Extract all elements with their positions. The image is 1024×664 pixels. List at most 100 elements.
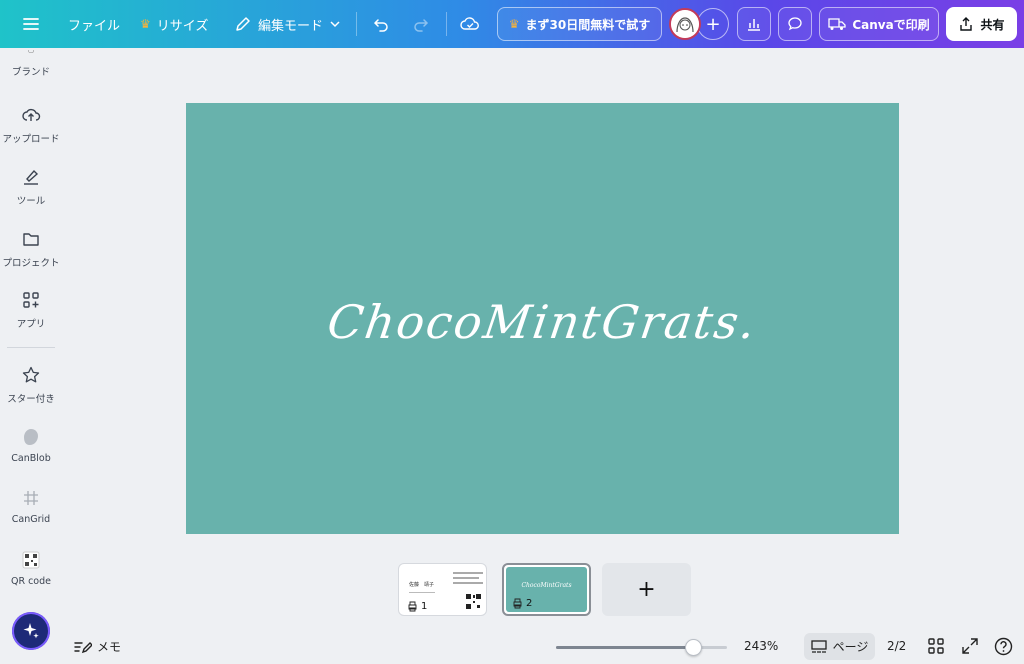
chevron-down-icon bbox=[330, 21, 340, 28]
notes-pencil-icon bbox=[74, 641, 92, 653]
comment-icon bbox=[788, 17, 802, 31]
resize-button[interactable]: ♛ リサイズ bbox=[140, 0, 208, 48]
sidebar-item-starred[interactable]: スター付き bbox=[0, 365, 62, 405]
sidebar-item-label: スター付き bbox=[7, 394, 55, 405]
file-menu[interactable]: ファイル bbox=[68, 0, 120, 48]
print-with-canva-button[interactable]: Canvaで印刷 bbox=[819, 7, 939, 41]
sidebar-item-projects[interactable]: プロジェクト bbox=[0, 229, 62, 269]
page-number: 1 bbox=[407, 601, 427, 612]
sidebar-item-label: CanGrid bbox=[11, 514, 51, 525]
comment-button[interactable] bbox=[778, 7, 812, 41]
sidebar-item-qrcode[interactable]: QR code bbox=[0, 550, 62, 587]
redo-icon bbox=[414, 19, 429, 32]
help-button[interactable] bbox=[994, 637, 1013, 660]
apps-grid-icon bbox=[23, 292, 39, 308]
cloud-check-icon bbox=[460, 17, 479, 30]
toolbar-divider bbox=[446, 12, 447, 36]
sidebar-item-canblob[interactable]: CanBlob bbox=[0, 427, 62, 464]
page-number: 2 bbox=[512, 598, 532, 609]
printer-icon bbox=[408, 601, 417, 612]
delivery-truck-icon bbox=[828, 18, 846, 30]
sidebar-item-label: プロジェクト bbox=[2, 258, 60, 269]
star-icon bbox=[22, 366, 40, 383]
sidebar-item-brand[interactable]: ブランド bbox=[0, 50, 62, 78]
sidebar-item-cangrid[interactable]: CanGrid bbox=[0, 488, 62, 525]
bar-chart-icon bbox=[748, 19, 760, 31]
sidebar-item-label: アップロード bbox=[2, 134, 60, 145]
page-layout-icon bbox=[810, 639, 827, 653]
cloud-save-status[interactable] bbox=[460, 0, 480, 48]
sidebar-item-label: アプリ bbox=[16, 319, 46, 330]
zoom-slider[interactable] bbox=[556, 639, 727, 656]
canvas-title-text[interactable]: ChocoMintGrats. bbox=[324, 295, 760, 349]
brand-icon bbox=[28, 50, 34, 53]
fullscreen-button[interactable] bbox=[961, 637, 979, 659]
thumbnail-line bbox=[453, 582, 483, 584]
thumbnail-qr-code bbox=[465, 593, 482, 610]
page-view-button[interactable]: ページ bbox=[804, 633, 875, 660]
user-avatar-icon bbox=[671, 10, 699, 38]
edit-mode-dropdown[interactable]: 編集モード bbox=[234, 0, 341, 48]
free-trial-button[interactable]: ♛ まず30日間無料で試す bbox=[497, 7, 662, 41]
draw-tool-icon bbox=[24, 169, 39, 185]
notes-button[interactable]: メモ bbox=[74, 638, 121, 655]
insights-button[interactable] bbox=[737, 7, 771, 41]
page-thumbnail-2[interactable]: ChocoMintGrats 2 bbox=[502, 563, 591, 616]
zoom-level[interactable]: 243% bbox=[744, 639, 778, 653]
sparkle-icon bbox=[23, 623, 39, 639]
undo-button[interactable] bbox=[372, 0, 390, 48]
thumbnail-name-text: 佐藤 靖子 bbox=[409, 582, 435, 588]
sidebar-item-uploads[interactable]: アップロード bbox=[0, 105, 62, 145]
sidebar-item-label: QR code bbox=[10, 576, 51, 587]
help-question-icon bbox=[994, 637, 1013, 656]
edit-mode-label: 編集モード bbox=[258, 18, 324, 34]
plus-icon: + bbox=[637, 577, 656, 602]
sidebar-item-tools[interactable]: ツール bbox=[0, 167, 62, 207]
thumbnail-line bbox=[453, 577, 479, 579]
thumbnail-line bbox=[453, 572, 483, 574]
avatar[interactable] bbox=[669, 8, 701, 40]
add-page-button[interactable]: + bbox=[602, 563, 691, 616]
sidebar-item-label: ブランド bbox=[11, 67, 50, 78]
blob-icon bbox=[24, 429, 38, 445]
grid-view-icon bbox=[928, 638, 944, 654]
page-view-label: ページ bbox=[832, 640, 869, 654]
zoom-slider-fill bbox=[556, 646, 693, 649]
design-canvas[interactable]: ChocoMintGrats. bbox=[186, 103, 899, 534]
menu-button[interactable] bbox=[22, 0, 40, 48]
cloud-upload-icon bbox=[22, 108, 41, 121]
share-upload-icon bbox=[960, 17, 973, 31]
print-label: Canvaで印刷 bbox=[852, 17, 930, 32]
pencil-icon bbox=[236, 17, 250, 31]
expand-icon bbox=[962, 638, 978, 654]
grid-icon bbox=[24, 491, 38, 505]
left-sidebar: ブランド アップロード ツール プロジェクト アプリ スター付き CanBlob… bbox=[0, 48, 62, 664]
redo-button[interactable] bbox=[412, 0, 430, 48]
magic-assistant-button[interactable] bbox=[12, 612, 50, 650]
page-number-label: 2 bbox=[526, 598, 533, 609]
sidebar-item-label: ツール bbox=[16, 196, 46, 207]
page-thumbnail-1[interactable]: 佐藤 靖子 1 bbox=[398, 563, 487, 616]
crown-icon: ♛ bbox=[140, 17, 151, 31]
sidebar-item-label: CanBlob bbox=[11, 453, 51, 464]
file-menu-label: ファイル bbox=[68, 18, 121, 34]
printer-icon bbox=[513, 598, 522, 609]
grid-view-button[interactable] bbox=[927, 637, 945, 659]
toolbar-divider bbox=[356, 12, 357, 36]
crown-icon: ♛ bbox=[508, 17, 520, 31]
top-toolbar: ファイル ♛ リサイズ 編集モード ♛ まず30日間無料で試す + Canvaで… bbox=[0, 0, 1024, 48]
sidebar-item-apps[interactable]: アプリ bbox=[0, 290, 62, 330]
free-trial-label: まず30日間無料で試す bbox=[525, 17, 651, 32]
plus-icon: + bbox=[705, 13, 721, 35]
undo-icon bbox=[373, 19, 388, 32]
thumbnail-preview: ChocoMintGrats 2 bbox=[506, 567, 587, 612]
add-collaborator-button[interactable]: + bbox=[697, 8, 729, 40]
thumbnail-line bbox=[409, 592, 435, 593]
sidebar-divider bbox=[7, 347, 55, 348]
qr-code-icon bbox=[22, 551, 40, 569]
share-button[interactable]: 共有 bbox=[946, 7, 1017, 41]
notes-label: メモ bbox=[97, 640, 122, 654]
thumbnail-title-text: ChocoMintGrats bbox=[521, 582, 572, 589]
zoom-slider-handle[interactable] bbox=[685, 639, 702, 656]
share-label: 共有 bbox=[980, 17, 1005, 32]
